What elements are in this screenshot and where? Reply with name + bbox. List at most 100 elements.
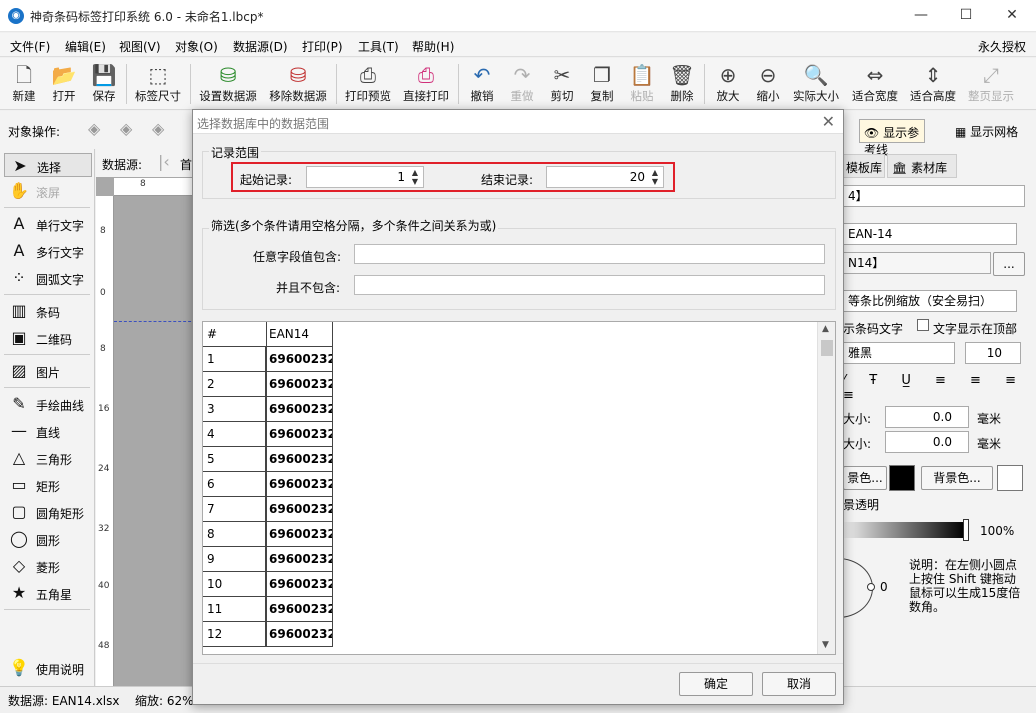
table-row[interactable]: 3 69600232 bbox=[203, 397, 333, 422]
row-value[interactable]: 69600232 bbox=[267, 597, 333, 622]
menu-print[interactable]: 打印(P) bbox=[302, 38, 343, 55]
first-record-icon[interactable]: |‹ bbox=[158, 152, 170, 171]
tool-star[interactable]: ★ 五角星 bbox=[4, 581, 92, 605]
barcode-type-select[interactable]: EAN-14 bbox=[843, 223, 1017, 245]
menu-tools[interactable]: 工具(T) bbox=[358, 38, 399, 55]
table-row[interactable]: 1 69600232 bbox=[203, 347, 333, 372]
tool-multi-line-text[interactable]: A 多行文字 bbox=[4, 239, 92, 263]
content-edit-button[interactable]: ... bbox=[993, 252, 1025, 276]
layer-down-icon[interactable]: ◈ bbox=[152, 119, 164, 138]
foreground-swatch[interactable] bbox=[889, 465, 915, 491]
table-row[interactable]: 9 69600232 bbox=[203, 547, 333, 572]
spinner-arrows-icon[interactable]: ▲ ▼ bbox=[409, 168, 421, 186]
menu-file[interactable]: 文件(F) bbox=[10, 38, 50, 55]
excludes-input[interactable] bbox=[354, 275, 825, 295]
save-button[interactable]: 💾 保存 bbox=[80, 62, 128, 108]
row-value[interactable]: 69600232 bbox=[267, 547, 333, 572]
fit-height-button[interactable]: ⇕ 适合高度 bbox=[906, 62, 960, 108]
direct-print-button[interactable]: ⎙ 直接打印 bbox=[400, 62, 452, 108]
show-guides-toggle[interactable]: 👁 显示参考线 bbox=[859, 119, 925, 157]
table-row[interactable]: 2 69600232 bbox=[203, 372, 333, 397]
remove-datasource-button[interactable]: ⛁ 移除数据源 bbox=[266, 62, 330, 108]
row-value[interactable]: 69600232 bbox=[267, 522, 333, 547]
table-row[interactable]: 11 69600232 bbox=[203, 597, 333, 622]
layer-icon[interactable]: ◈ bbox=[88, 119, 100, 138]
size2-input[interactable]: 0.0 bbox=[885, 431, 969, 453]
tab-assets[interactable]: 🏛 素材库 bbox=[887, 154, 957, 178]
fit-width-button[interactable]: ⇔ 适合宽度 bbox=[848, 62, 902, 108]
font-size-spinner[interactable]: 10 bbox=[965, 342, 1021, 364]
tool-image[interactable]: ▨ 图片 bbox=[4, 359, 92, 383]
tool-scroll[interactable]: ✋ 滚屏 bbox=[4, 179, 92, 203]
background-swatch[interactable] bbox=[997, 465, 1023, 491]
tool-single-line-text[interactable]: A 单行文字 bbox=[4, 212, 92, 236]
table-row[interactable]: 5 69600232 bbox=[203, 447, 333, 472]
scroll-up-icon[interactable]: ▲ bbox=[822, 324, 829, 334]
barcode-content-field[interactable]: N14】 bbox=[843, 252, 991, 274]
table-row[interactable]: 7 69600232 bbox=[203, 497, 333, 522]
first-record-label[interactable]: 首 bbox=[180, 156, 192, 173]
zoom-out-button[interactable]: ⊖ 缩小 bbox=[744, 62, 792, 108]
tool-circle[interactable]: ◯ 圆形 bbox=[4, 527, 92, 551]
actual-size-button[interactable]: 🔍 实际大小 bbox=[788, 62, 844, 108]
menu-edit[interactable]: 编辑(E) bbox=[65, 38, 106, 55]
table-row[interactable]: 8 69600232 bbox=[203, 522, 333, 547]
cancel-button[interactable]: 取消 bbox=[762, 672, 836, 696]
tool-freehand[interactable]: ✎ 手绘曲线 bbox=[4, 392, 92, 416]
help-guide-button[interactable]: 💡 使用说明 bbox=[4, 656, 92, 680]
start-record-spinner[interactable]: 1 ▲ ▼ bbox=[306, 166, 424, 188]
tool-arc-text[interactable]: ⁘ 圆弧文字 bbox=[4, 266, 92, 290]
foreground-color-button[interactable]: 景色... bbox=[843, 466, 887, 490]
background-color-button[interactable]: 背景色... bbox=[921, 466, 993, 490]
set-datasource-button[interactable]: ⛁ 设置数据源 bbox=[196, 62, 260, 108]
tool-rectangle[interactable]: ▭ 矩形 bbox=[4, 473, 92, 497]
table-row[interactable]: 12 69600232 bbox=[203, 622, 333, 647]
menu-datasource[interactable]: 数据源(D) bbox=[233, 38, 288, 55]
full-page-button[interactable]: ⤢ 整页显示 bbox=[964, 62, 1018, 108]
row-value[interactable]: 69600232 bbox=[267, 497, 333, 522]
print-preview-button[interactable]: ⎙ 打印预览 bbox=[342, 62, 394, 108]
label-size-button[interactable]: ⬚ 标签尺寸 bbox=[132, 62, 184, 108]
datasource-field-select[interactable]: 4】 bbox=[843, 185, 1025, 207]
end-record-spinner[interactable]: 20 ▲ ▼ bbox=[546, 166, 664, 188]
tool-qrcode[interactable]: ▣ 二维码 bbox=[4, 326, 92, 350]
table-row[interactable]: 10 69600232 bbox=[203, 572, 333, 597]
minimize-button[interactable]: — bbox=[906, 4, 936, 26]
size1-input[interactable]: 0.0 bbox=[885, 406, 969, 428]
menu-help[interactable]: 帮助(H) bbox=[412, 38, 454, 55]
opacity-slider[interactable] bbox=[843, 522, 965, 538]
dialog-close-icon[interactable]: ✕ bbox=[822, 112, 835, 131]
menu-view[interactable]: 视图(V) bbox=[119, 38, 161, 55]
font-select[interactable]: 雅黑 bbox=[843, 342, 955, 364]
tool-line[interactable]: — 直线 bbox=[4, 419, 92, 443]
tool-rounded-rectangle[interactable]: ▢ 圆角矩形 bbox=[4, 500, 92, 524]
row-value[interactable]: 69600232 bbox=[267, 447, 333, 472]
tool-triangle[interactable]: △ 三角形 bbox=[4, 446, 92, 470]
scale-mode-select[interactable]: 等条比例缩放（安全易扫） bbox=[843, 290, 1017, 312]
row-value[interactable]: 69600232 bbox=[267, 397, 333, 422]
rotation-handle[interactable] bbox=[867, 583, 875, 591]
close-window-button[interactable]: ✕ bbox=[997, 4, 1027, 26]
text-format-buttons[interactable]: ⁄ Ŧ U̲ ≡ ≡ ≡ ≡ bbox=[843, 373, 1036, 403]
header-index[interactable]: # bbox=[203, 322, 267, 347]
row-value[interactable]: 69600232 bbox=[267, 622, 333, 647]
data-grid[interactable]: # EAN14 1 69600232 2 69600232 3 69600232 46… bbox=[202, 321, 836, 655]
tool-select[interactable]: ➤ 选择 bbox=[4, 153, 92, 177]
text-top-checkbox[interactable] bbox=[917, 319, 929, 331]
layer-up-icon[interactable]: ◈ bbox=[120, 119, 132, 138]
row-value[interactable]: 69600232 bbox=[267, 372, 333, 397]
grid-vertical-scrollbar[interactable]: ▲ ▼ bbox=[817, 322, 835, 654]
table-row[interactable]: 6 69600232 bbox=[203, 472, 333, 497]
row-value[interactable]: 69600232 bbox=[267, 347, 333, 372]
tab-templates[interactable]: 模板库 bbox=[843, 154, 885, 178]
header-ean14[interactable]: EAN14 bbox=[267, 322, 333, 347]
table-row[interactable]: 4 69600232 bbox=[203, 422, 333, 447]
menu-object[interactable]: 对象(O) bbox=[175, 38, 218, 55]
opacity-slider-handle[interactable] bbox=[963, 519, 969, 541]
spinner-arrows-icon[interactable]: ▲ ▼ bbox=[649, 168, 661, 186]
row-value[interactable]: 69600232 bbox=[267, 472, 333, 497]
scrollbar-thumb[interactable] bbox=[821, 340, 833, 356]
row-value[interactable]: 69600232 bbox=[267, 572, 333, 597]
maximize-button[interactable]: ☐ bbox=[951, 4, 981, 26]
delete-button[interactable]: 🗑 删除 bbox=[658, 62, 706, 108]
